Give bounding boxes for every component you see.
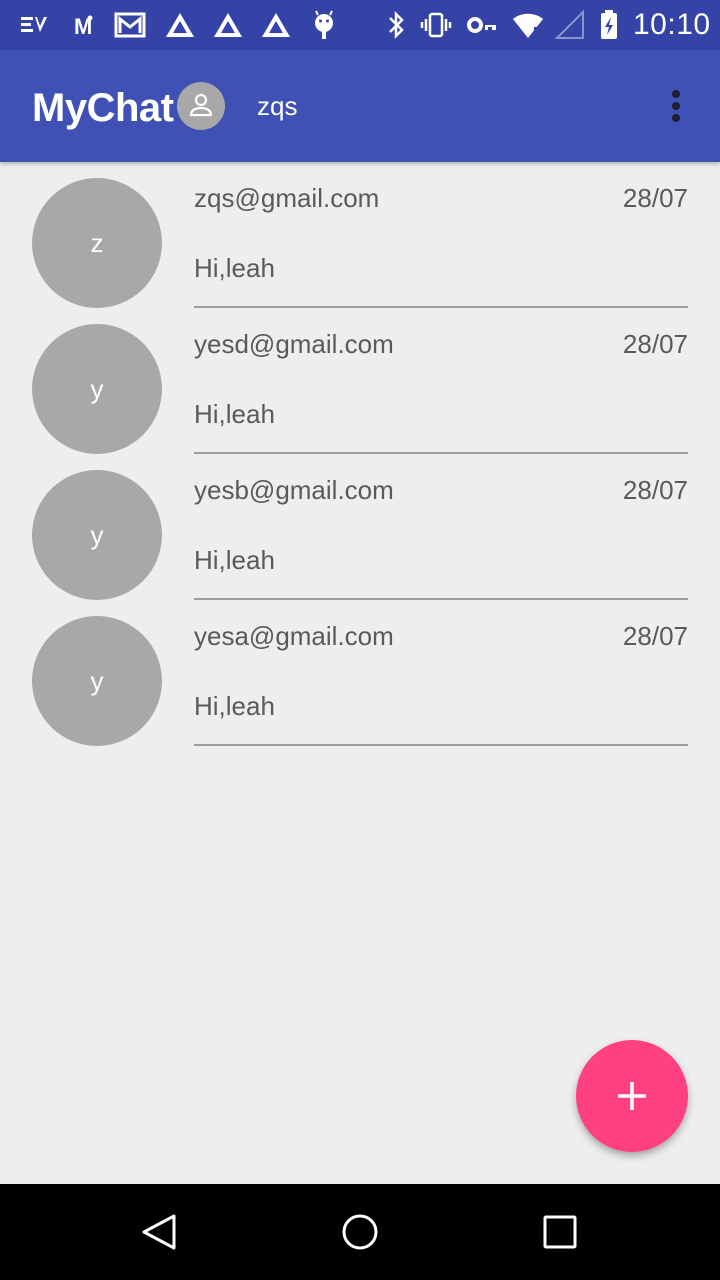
message-preview: Hi,leah xyxy=(194,691,275,721)
contact-avatar: z xyxy=(32,178,162,308)
conversation-item[interactable]: y yesa@gmail.com 28/07 Hi,leah xyxy=(0,600,720,746)
contact-email: yesd@gmail.com xyxy=(194,329,394,359)
gmail-icon xyxy=(114,9,146,41)
navigation-bar xyxy=(0,1184,720,1280)
conversation-item[interactable]: z zqs@gmail.com 28/07 Hi,leah xyxy=(0,162,720,308)
signal-icon xyxy=(554,9,586,41)
divider xyxy=(194,744,688,746)
android-icon xyxy=(308,9,340,41)
person-icon[interactable] xyxy=(177,82,225,130)
conversation-item[interactable]: y yesd@gmail.com 28/07 Hi,leah xyxy=(0,308,720,454)
vibrate-icon xyxy=(420,9,452,41)
tri-icon xyxy=(164,9,196,41)
message-date: 28/07 xyxy=(622,621,688,651)
message-date: 28/07 xyxy=(622,183,688,213)
ev-icon xyxy=(18,9,50,41)
app-title: MyChat xyxy=(32,86,174,130)
contact-email: yesa@gmail.com xyxy=(194,621,394,651)
tri-icon xyxy=(260,9,292,41)
more-vert-icon[interactable] xyxy=(656,82,696,130)
message-preview: Hi,leah xyxy=(194,545,275,575)
app-bar: MyChat zqs xyxy=(0,50,720,162)
battery-icon xyxy=(593,9,625,41)
add-conversation-button[interactable] xyxy=(576,1040,688,1152)
contact-avatar: y xyxy=(32,616,162,746)
m-icon: M xyxy=(68,9,100,41)
menu-dot xyxy=(672,90,680,98)
add-icon xyxy=(618,1082,646,1110)
message-date: 28/07 xyxy=(622,329,688,359)
recents-icon[interactable] xyxy=(536,1208,584,1256)
message-date: 28/07 xyxy=(622,475,688,505)
contact-email: yesb@gmail.com xyxy=(194,475,394,505)
tri-icon xyxy=(212,9,244,41)
menu-dot xyxy=(672,102,680,110)
message-preview: Hi,leah xyxy=(194,253,275,283)
back-icon[interactable] xyxy=(136,1208,184,1256)
home-icon[interactable] xyxy=(336,1208,384,1256)
status-time: 10:10 xyxy=(633,8,711,41)
message-preview: Hi,leah xyxy=(194,399,275,429)
bluetooth-icon xyxy=(380,9,412,41)
contact-avatar: y xyxy=(32,324,162,454)
user-name: zqs xyxy=(257,91,298,121)
status-bar: M 10:10 xyxy=(0,0,720,50)
conversation-item[interactable]: y yesb@gmail.com 28/07 Hi,leah xyxy=(0,454,720,600)
wifi-icon xyxy=(512,9,544,41)
contact-email: zqs@gmail.com xyxy=(194,183,380,213)
menu-dot xyxy=(672,114,680,122)
contact-avatar: y xyxy=(32,470,162,600)
key-icon xyxy=(466,9,498,41)
